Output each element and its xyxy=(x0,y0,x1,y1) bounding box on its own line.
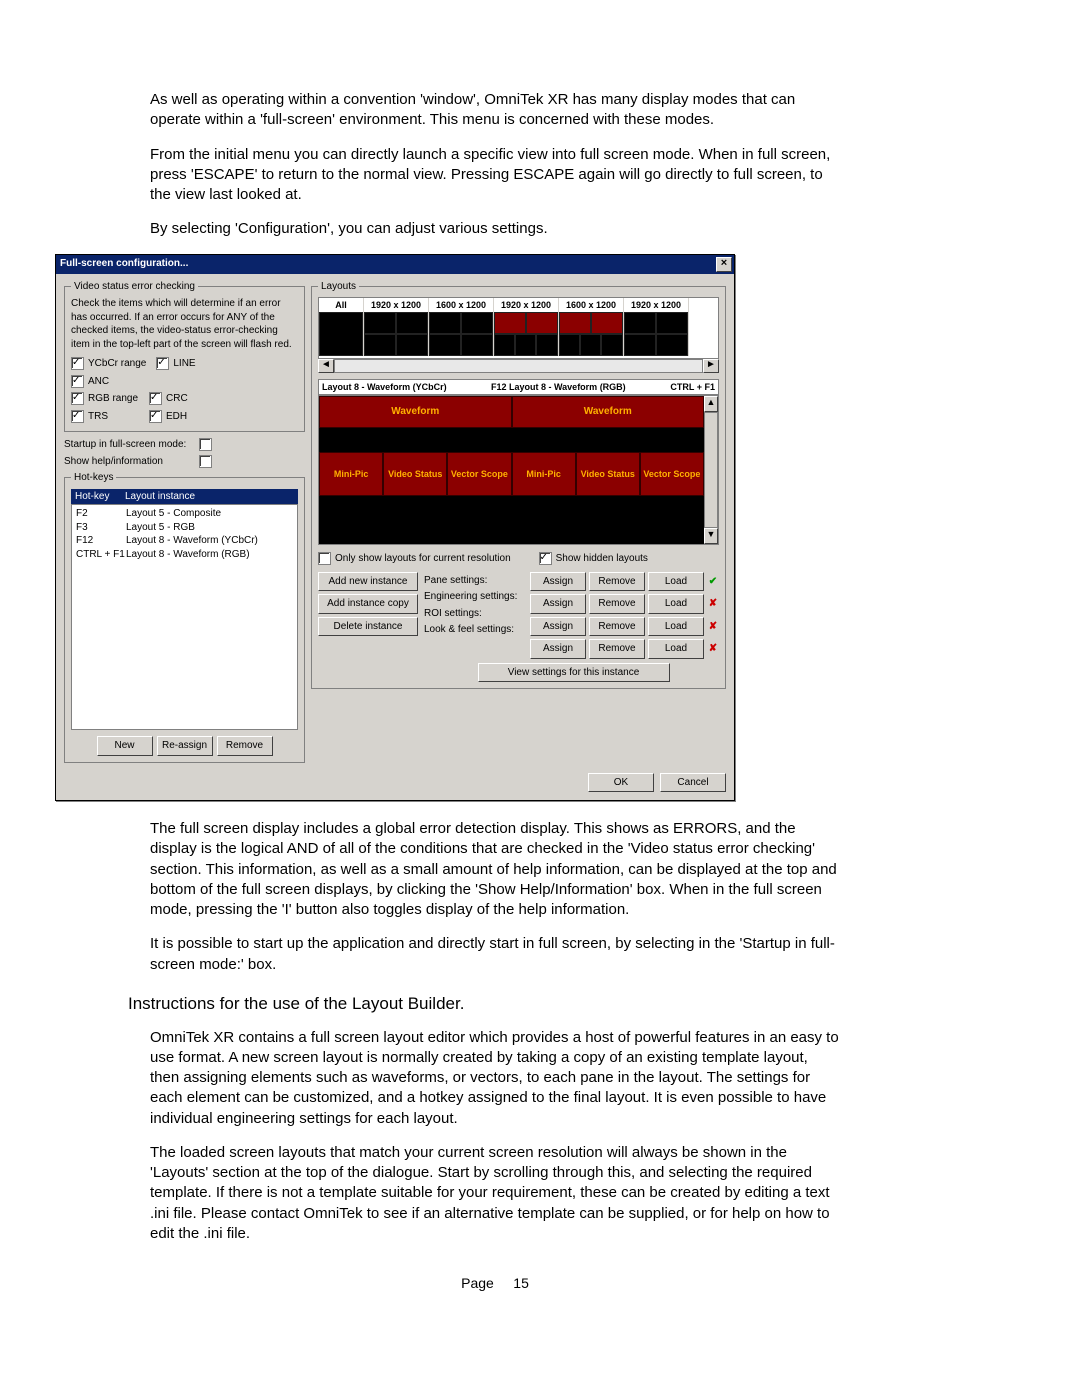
hotkey-header-key: Hot-key xyxy=(75,490,125,504)
dialog-screenshot: Full-screen configuration... × Video sta… xyxy=(55,254,840,802)
hotkey-list[interactable]: F2Layout 5 - Composite F3Layout 5 - RGB … xyxy=(71,504,298,730)
checkbox-label: LINE xyxy=(173,357,195,371)
roi-settings-label: ROI settings: xyxy=(424,607,530,621)
group-video-status: Video status error checking Check the it… xyxy=(64,280,305,433)
remove-button[interactable]: Remove xyxy=(589,572,645,592)
checkbox-edh[interactable] xyxy=(149,410,162,423)
checkbox-show-hidden[interactable] xyxy=(539,552,552,565)
layout-thumbnails[interactable]: All 1920 x 1200 1600 x 1200 1920 x 1200 … xyxy=(318,297,719,359)
selected-layout-preview[interactable]: Waveform Mini-Pic Video Status Vector Sc… xyxy=(318,395,719,545)
ok-button[interactable]: OK xyxy=(588,773,654,793)
pane-vectorscope[interactable]: Vector Scope xyxy=(640,452,704,496)
paragraph: By selecting 'Configuration', you can ad… xyxy=(150,219,840,239)
hotkey-row: F3Layout 5 - RGB xyxy=(76,521,293,535)
assign-button[interactable]: Assign xyxy=(530,594,586,614)
checkbox-label: Only show layouts for current resolution xyxy=(335,552,511,566)
hotkey-header-instance: Layout instance xyxy=(125,490,195,504)
x-icon: ✘ xyxy=(707,643,719,655)
new-button[interactable]: New xyxy=(97,736,153,756)
pane-minipic[interactable]: Mini-Pic xyxy=(512,452,576,496)
remove-button[interactable]: Remove xyxy=(589,617,645,637)
checkbox-rgb[interactable] xyxy=(71,392,84,405)
group-description: Check the items which will determine if … xyxy=(71,297,298,351)
pane-video-status[interactable]: Video Status xyxy=(383,452,447,496)
add-instance-button[interactable]: Add new instance xyxy=(318,572,418,592)
scroll-left-icon[interactable]: ◄ xyxy=(318,359,334,373)
view-settings-button[interactable]: View settings for this instance xyxy=(478,663,670,683)
eng-settings-label: Engineering settings: xyxy=(424,590,530,604)
paragraph: The full screen display includes a globa… xyxy=(150,819,840,920)
group-legend: Layouts xyxy=(318,280,359,294)
selected-c: CTRL + F1 xyxy=(660,381,715,393)
group-hotkeys: Hot-keys Hot-key Layout instance F2Layou… xyxy=(64,471,305,763)
pane-minipic[interactable]: Mini-Pic xyxy=(319,452,383,496)
paragraph: OmniTek XR contains a full screen layout… xyxy=(150,1028,840,1129)
scroll-down-icon[interactable]: ▼ xyxy=(704,528,718,544)
remove-button[interactable]: Remove xyxy=(589,639,645,659)
showhelp-label: Show help/information xyxy=(64,455,199,469)
load-button[interactable]: Load xyxy=(648,572,704,592)
checkbox-label: ANC xyxy=(88,375,109,389)
paragraph: It is possible to start up the applicati… xyxy=(150,934,840,975)
window-title: Full-screen configuration... xyxy=(60,257,716,271)
pane-vectorscope[interactable]: Vector Scope xyxy=(447,452,511,496)
checkbox-label: EDH xyxy=(166,410,187,424)
group-layouts: Layouts All 1920 x 1200 1600 x 1200 1920… xyxy=(311,280,726,690)
checkbox-startup-fullscreen[interactable] xyxy=(199,438,212,451)
paragraph: From the initial menu you can directly l… xyxy=(150,145,840,206)
hotkey-row: F12Layout 8 - Waveform (YCbCr) xyxy=(76,534,293,548)
startup-label: Startup in full-screen mode: xyxy=(64,438,199,452)
pane-waveform[interactable]: Waveform xyxy=(512,396,705,428)
group-legend: Hot-keys xyxy=(71,471,116,485)
scroll-up-icon[interactable]: ▲ xyxy=(704,396,718,412)
selected-a: Layout 8 - Waveform (YCbCr) xyxy=(322,381,491,393)
cancel-button[interactable]: Cancel xyxy=(660,773,726,793)
load-button[interactable]: Load xyxy=(648,639,704,659)
checkbox-label: Show hidden layouts xyxy=(556,552,648,566)
paragraph: The loaded screen layouts that match you… xyxy=(150,1143,840,1244)
pane-video-status[interactable]: Video Status xyxy=(576,452,640,496)
checkbox-crc[interactable] xyxy=(149,392,162,405)
reassign-button[interactable]: Re-assign xyxy=(157,736,213,756)
assign-button[interactable]: Assign xyxy=(530,617,586,637)
checkbox-anc[interactable] xyxy=(71,375,84,388)
checkbox-line[interactable] xyxy=(156,357,169,370)
selected-b: F12 Layout 8 - Waveform (RGB) xyxy=(491,381,660,393)
x-icon: ✘ xyxy=(707,620,719,632)
section-heading: Instructions for the use of the Layout B… xyxy=(128,993,840,1016)
delete-instance-button[interactable]: Delete instance xyxy=(318,617,418,637)
check-icon: ✔ xyxy=(707,575,719,587)
look-settings-label: Look & feel settings: xyxy=(424,623,530,637)
hotkey-row: F2Layout 5 - Composite xyxy=(76,507,293,521)
x-icon: ✘ xyxy=(707,598,719,610)
scroll-right-icon[interactable]: ► xyxy=(703,359,719,373)
remove-button[interactable]: Remove xyxy=(589,594,645,614)
checkbox-label: TRS xyxy=(88,410,108,424)
hotkey-header: Hot-key Layout instance xyxy=(71,489,298,505)
pane-waveform[interactable]: Waveform xyxy=(319,396,512,428)
pane-settings-label: Pane settings: xyxy=(424,574,530,588)
checkbox-ycbcr[interactable] xyxy=(71,357,84,370)
titlebar: Full-screen configuration... × xyxy=(56,255,734,274)
checkbox-trs[interactable] xyxy=(71,410,84,423)
copy-instance-button[interactable]: Add instance copy xyxy=(318,594,418,614)
close-icon[interactable]: × xyxy=(716,257,732,272)
assign-button[interactable]: Assign xyxy=(530,572,586,592)
selected-layout-header: Layout 8 - Waveform (YCbCr) F12 Layout 8… xyxy=(318,379,719,395)
remove-button[interactable]: Remove xyxy=(217,736,273,756)
checkbox-label: YCbCr range xyxy=(88,357,146,371)
thumbnails-scrollbar[interactable]: ◄ ► xyxy=(318,359,719,373)
load-button[interactable]: Load xyxy=(648,617,704,637)
page-footer: Page 15 xyxy=(150,1274,840,1293)
assign-button[interactable]: Assign xyxy=(530,639,586,659)
checkbox-show-help[interactable] xyxy=(199,455,212,468)
checkbox-only-current-res[interactable] xyxy=(318,552,331,565)
checkbox-label: RGB range xyxy=(88,392,138,406)
paragraph: As well as operating within a convention… xyxy=(150,90,840,131)
group-legend: Video status error checking xyxy=(71,280,198,294)
checkbox-label: CRC xyxy=(166,392,188,406)
load-button[interactable]: Load xyxy=(648,594,704,614)
hotkey-row: CTRL + F1Layout 8 - Waveform (RGB) xyxy=(76,548,293,562)
